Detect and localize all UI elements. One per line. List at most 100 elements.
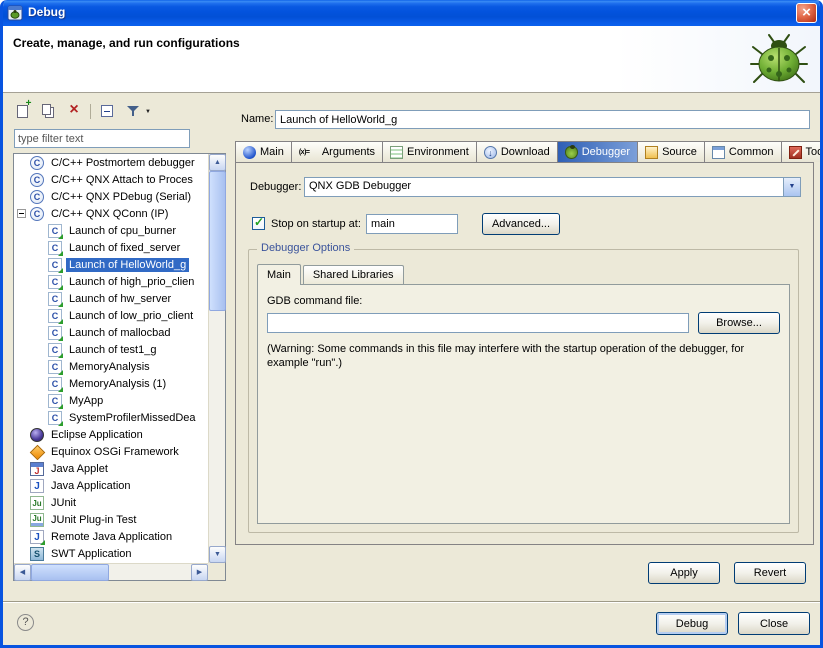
window-title: Debug [28,5,65,19]
duplicate-button[interactable] [38,102,58,120]
stop-on-startup-label: Stop on startup at: [271,218,361,230]
help-label: ? [22,616,28,628]
main-tab-icon [243,146,256,159]
name-input[interactable] [275,110,810,129]
dropdown-arrow-icon[interactable] [145,108,151,115]
environment-tab-icon [390,146,403,159]
tab-environment[interactable]: Environment [382,141,476,162]
c-application-icon [30,207,44,221]
titlebar[interactable]: Debug [0,0,823,26]
scroll-right-icon[interactable] [191,564,208,581]
tree-item[interactable]: Eclipse Application [14,426,208,443]
tree-item[interactable]: Launch of cpu_burner [14,222,208,239]
tree-item[interactable]: SWT Application [14,545,208,562]
tree-item[interactable]: C/C++ Postmortem debugger [14,154,208,171]
stop-on-startup-checkbox[interactable] [252,217,265,230]
filter-button[interactable] [123,102,143,120]
tree-item[interactable]: MemoryAnalysis [14,358,208,375]
tree-item[interactable]: JUnit Plug-in Test [14,511,208,528]
swt-application-icon [30,547,44,561]
tree-item-label: Launch of HelloWorld_g [66,258,189,272]
configuration-detail-panel: Name: Main Arguments Environment Downloa… [233,93,816,601]
tab-tools[interactable]: Tools [781,141,823,162]
filter-input[interactable] [14,129,190,148]
close-dialog-button[interactable]: Close [738,612,810,635]
c-launch-icon [48,411,62,425]
tree-item[interactable]: MyApp [14,392,208,409]
tree-item[interactable]: JUnit [14,494,208,511]
tree-item[interactable]: C/C++ QNX Attach to Proces [14,171,208,188]
tree-item-label: C/C++ QNX QConn (IP) [48,207,171,221]
tree-item[interactable]: Launch of hw_server [14,290,208,307]
window-icon [7,5,23,21]
tab-options-main[interactable]: Main [257,264,301,285]
help-icon[interactable]: ? [17,614,34,631]
tree-item[interactable]: C/C++ QNX PDebug (Serial) [14,188,208,205]
tree-item[interactable]: Launch of low_prio_client [14,307,208,324]
scroll-down-icon[interactable] [209,546,226,563]
c-launch-icon [48,275,62,289]
warning-text: (Warning: Some commands in this file may… [267,342,783,370]
advanced-button[interactable]: Advanced... [482,213,560,235]
tab-common[interactable]: Common [704,141,781,162]
tree-item-label: Launch of cpu_burner [66,224,179,238]
tab-options-shared-libraries[interactable]: Shared Libraries [303,265,404,284]
dialog-heading: Create, manage, and run configurations [13,36,240,50]
revert-button[interactable]: Revert [734,562,806,584]
tree-item-label: JUnit Plug-in Test [48,513,139,527]
scroll-left-icon[interactable] [14,564,31,581]
tree-item[interactable]: SystemProfilerMissedDea [14,409,208,426]
tree-item-label: Launch of hw_server [66,292,174,306]
tab-source[interactable]: Source [637,141,704,162]
tree-item-selected[interactable]: Launch of HelloWorld_g [14,256,208,273]
tab-debugger[interactable]: Debugger [557,141,637,162]
browse-button[interactable]: Browse... [698,312,780,334]
tree-item[interactable]: Launch of high_prio_clien [14,273,208,290]
debugger-combobox-value: QNX GDB Debugger [305,178,783,196]
tab-download[interactable]: Download [476,141,557,162]
common-tab-icon [712,146,725,159]
tree-item[interactable]: C/C++ QNX QConn (IP) [14,205,208,222]
tree-item-label: JUnit [48,496,79,510]
arguments-tab-icon [299,146,318,159]
gdb-command-file-input[interactable] [267,313,689,333]
configurations-panel: C/C++ Postmortem debugger C/C++ QNX Atta… [8,93,230,601]
c-application-icon [30,156,44,170]
tab-main[interactable]: Main [235,141,291,162]
tab-arguments[interactable]: Arguments [291,141,382,162]
collapse-all-button[interactable] [97,102,117,120]
junit-icon [30,496,44,510]
scroll-up-icon[interactable] [209,154,226,171]
tree-expander-icon[interactable] [17,209,26,218]
apply-button[interactable]: Apply [648,562,720,584]
vertical-scrollbar[interactable] [208,154,225,563]
tools-tab-icon [789,146,802,159]
tree-item[interactable]: Java Application [14,477,208,494]
download-tab-icon [484,146,497,159]
tree-item[interactable]: Launch of test1_g [14,341,208,358]
tree-item-label: Eclipse Application [48,428,146,442]
debugger-label: Debugger: [250,181,301,193]
tree-item[interactable]: MemoryAnalysis (1) [14,375,208,392]
tree-item-label: Java Application [48,479,134,493]
tree-item[interactable]: Launch of fixed_server [14,239,208,256]
stop-location-input[interactable] [366,214,458,234]
horizontal-scrollbar[interactable] [14,563,208,580]
tree-item[interactable]: Java Applet [14,460,208,477]
debug-button[interactable]: Debug [656,612,728,635]
tree-item[interactable]: Equinox OSGi Framework [14,443,208,460]
new-configuration-button[interactable] [12,102,32,120]
vertical-scrollbar-thumb[interactable] [209,171,226,311]
tree-item[interactable]: Launch of mallocbad [14,324,208,341]
tree-item-label: Launch of high_prio_clien [66,275,197,289]
tree-item[interactable]: Remote Java Application [14,528,208,545]
debugger-combobox[interactable]: QNX GDB Debugger [304,177,801,197]
delete-button[interactable] [64,102,84,120]
dropdown-arrow-icon[interactable] [783,178,800,196]
tree-item-label: Equinox OSGi Framework [48,445,182,459]
tree-item-label: Remote Java Application [48,530,175,544]
tab-label: Main [267,269,291,281]
close-button[interactable] [796,3,817,23]
collapse-all-icon [101,105,113,117]
horizontal-scrollbar-thumb[interactable] [31,564,109,581]
